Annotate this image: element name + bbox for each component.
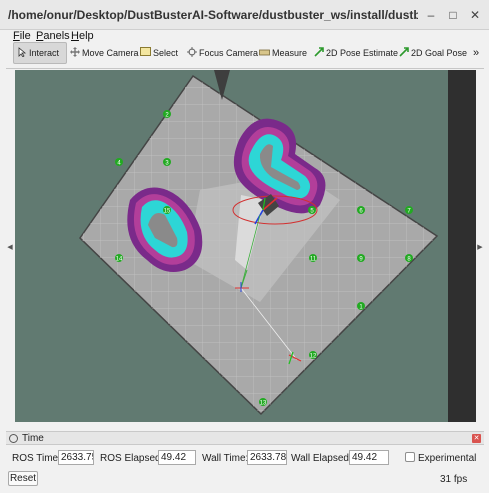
wall-elapsed-label: Wall Elapsed:	[291, 453, 352, 464]
tool-select-label: Select	[153, 48, 179, 58]
ros-time-label: ROS Time:	[12, 453, 61, 464]
map-unknown-edge	[448, 70, 476, 422]
focus-camera-icon	[187, 46, 197, 60]
pose-estimate-icon	[314, 46, 324, 60]
experimental-label: Experimental	[418, 453, 477, 464]
waypoint-marker: 11	[309, 254, 317, 263]
window-titlebar: /home/onur/Desktop/DustBusterAI-Software…	[0, 0, 489, 30]
menu-panels[interactable]: Panels	[36, 30, 70, 42]
move-camera-icon	[70, 46, 80, 60]
waypoint-marker: 14	[115, 254, 123, 263]
select-icon	[140, 47, 151, 59]
tool-focus-camera-label: Focus Camera	[199, 48, 259, 58]
time-panel-header: Time ✕	[6, 431, 484, 445]
time-panel-title: Time	[22, 433, 44, 444]
waypoint-marker: 12	[309, 351, 317, 360]
tool-2d-pose-estimate-label: 2D Pose Estimate	[326, 48, 399, 58]
measure-icon	[259, 48, 270, 59]
left-panel-handle[interactable]: ◀	[6, 68, 14, 426]
ros-elapsed-label: ROS Elapsed:	[100, 453, 164, 464]
time-panel-close-button[interactable]: ✕	[472, 434, 481, 443]
waypoint-label: 13	[260, 401, 267, 407]
right-panel-handle[interactable]: ▶	[476, 68, 484, 426]
tools-toolbar: Interact Move Camera Select Focus Camera…	[6, 42, 484, 64]
goal-pose-icon	[399, 46, 409, 60]
toolbar-overflow-button[interactable]: »	[473, 42, 479, 64]
tool-interact-label: Interact	[29, 48, 60, 58]
minimize-button[interactable]: –	[424, 8, 438, 22]
maximize-button[interactable]: □	[446, 8, 460, 22]
wall-time-label: Wall Time:	[202, 453, 249, 464]
time-panel-row: ROS Time: 2633.75 ROS Elapsed: 49.42 Wal…	[12, 450, 482, 466]
menu-help[interactable]: Help	[71, 30, 94, 42]
ros-time-field[interactable]: 2633.75	[58, 450, 94, 465]
waypoint-label: 14	[116, 257, 123, 263]
window-title: /home/onur/Desktop/DustBusterAI-Software…	[8, 8, 418, 22]
wall-elapsed-field[interactable]: 49.42	[349, 450, 389, 465]
map-render: 24 315 6 714 11 9 8112135	[15, 70, 476, 422]
tool-focus-camera[interactable]: Focus Camera	[187, 42, 258, 64]
waypoint-marker: 13	[259, 398, 267, 407]
render-viewport[interactable]: 2 4 3 15 6 7 14 11 9 8 1 12 13 5	[15, 70, 476, 422]
tool-interact[interactable]: Interact	[13, 42, 67, 64]
reset-button[interactable]: Reset	[8, 471, 38, 486]
close-window-button[interactable]: ✕	[468, 8, 482, 22]
experimental-checkbox[interactable]	[405, 452, 415, 462]
tool-measure-label: Measure	[272, 48, 308, 58]
clock-icon	[9, 434, 18, 443]
waypoint-label: 11	[310, 257, 317, 263]
tool-2d-pose-estimate[interactable]: 2D Pose Estimate	[314, 42, 398, 64]
tool-move-camera[interactable]: Move Camera	[70, 42, 139, 64]
tool-move-camera-label: Move Camera	[82, 48, 139, 58]
tool-2d-goal-pose-label: 2D Goal Pose	[411, 48, 468, 58]
waypoint-label: 12	[310, 354, 317, 360]
menu-file[interactable]: File	[13, 30, 31, 42]
waypoint-label: 15	[164, 209, 171, 215]
ros-elapsed-field[interactable]: 49.42	[158, 450, 196, 465]
tool-select[interactable]: Select	[140, 42, 178, 64]
interact-icon	[17, 46, 27, 60]
wall-time-field[interactable]: 2633.78	[247, 450, 287, 465]
fps-readout: 31 fps	[440, 474, 468, 485]
tool-measure[interactable]: Measure	[259, 42, 307, 64]
tool-2d-goal-pose[interactable]: 2D Goal Pose	[399, 42, 467, 64]
waypoint-marker: 15	[163, 206, 171, 215]
